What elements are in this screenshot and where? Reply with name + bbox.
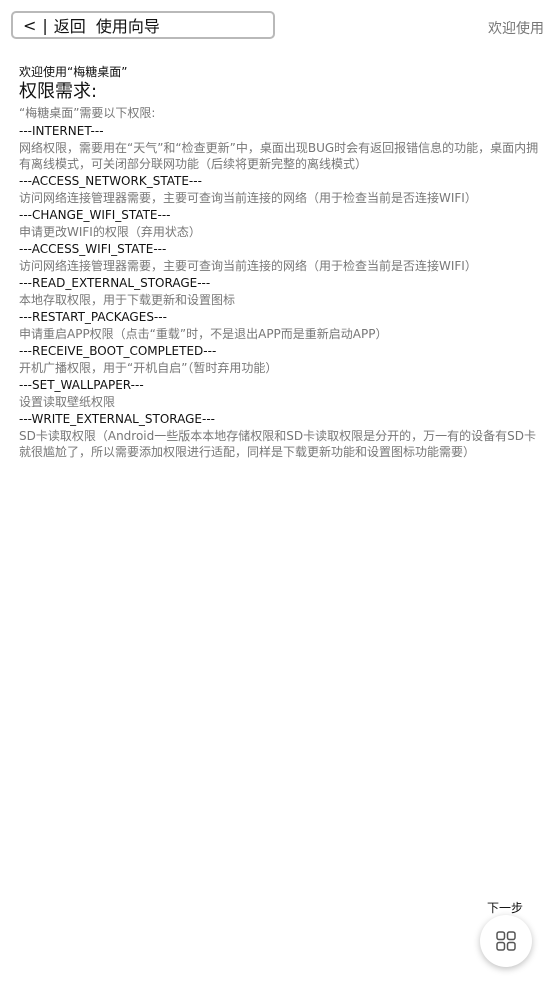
grid-icon: [496, 931, 516, 951]
permission-description: 设置读取壁纸权限: [19, 395, 116, 409]
permission-item: ---WRITE_EXTERNAL_STORAGE--- SD卡读取权限（Andr…: [19, 410, 539, 460]
permission-name: ---ACCESS_WIFI_STATE---: [19, 242, 167, 256]
permission-item: ---CHANGE_WIFI_STATE--- 申请更改WIFI的权限（弃用状态）: [19, 206, 539, 240]
top-bar: < | 返回 使用向导 欢迎使用: [0, 0, 560, 50]
permission-item: ---RESTART_PACKAGES--- 申请重启APP权限（点击“重载”时，…: [19, 308, 539, 342]
permission-description: 申请重启APP权限（点击“重载”时，不是退出APP而是重新启动APP）: [19, 327, 388, 341]
back-arrow-icon: <: [23, 15, 37, 35]
permission-description: 网络权限，需要用在“天气”和“检查更新”中，桌面出现BUG时会有返回报错信息的功…: [19, 141, 539, 171]
permissions-heading: 权限需求:: [19, 81, 98, 102]
permission-item: ---SET_WALLPAPER--- 设置读取壁纸权限: [19, 376, 539, 410]
permission-description: 本地存取权限，用于下载更新和设置图标: [19, 293, 236, 307]
permission-item: ---READ_EXTERNAL_STORAGE--- 本地存取权限，用于下载更新…: [19, 274, 539, 308]
permission-name: ---SET_WALLPAPER---: [19, 378, 144, 392]
permission-item: ---INTERNET--- 网络权限，需要用在“天气”和“检查更新”中，桌面出现…: [19, 122, 539, 172]
back-button[interactable]: < | 返回 使用向导: [11, 11, 275, 39]
permission-item: ---RECEIVE_BOOT_COMPLETED--- 开机广播权限，用于“开机…: [19, 342, 539, 376]
permission-description: 开机广播权限，用于“开机自启”（暂时弃用功能）: [19, 361, 278, 375]
permission-description: 访问网络连接管理器需要，主要可查询当前连接的网络（用于检查当前是否连接WIFI）: [19, 191, 477, 205]
permission-description: SD卡读取权限（Android一些版本本地存储权限和SD卡读取权限是分开的，万一…: [19, 429, 536, 459]
permission-name: ---RESTART_PACKAGES---: [19, 310, 167, 324]
permission-item: ---ACCESS_NETWORK_STATE--- 访问网络连接管理器需要，主要…: [19, 172, 539, 206]
permission-list: ---INTERNET--- 网络权限，需要用在“天气”和“检查更新”中，桌面出现…: [19, 122, 539, 460]
welcome-tab[interactable]: 欢迎使用: [488, 18, 544, 38]
permission-name: ---WRITE_EXTERNAL_STORAGE---: [19, 412, 215, 426]
permission-description: 申请更改WIFI的权限（弃用状态）: [19, 225, 201, 239]
permission-name: ---RECEIVE_BOOT_COMPLETED---: [19, 344, 217, 358]
back-label: 返回: [53, 17, 86, 36]
next-step-button[interactable]: [480, 915, 532, 967]
permission-name: ---CHANGE_WIFI_STATE---: [19, 208, 171, 222]
next-step-label[interactable]: 下一步: [487, 899, 523, 916]
permissions-intro: “梅糖桌面”需要以下权限:: [19, 106, 156, 120]
separator: |: [42, 15, 48, 35]
welcome-subtitle: 欢迎使用“梅糖桌面”: [19, 65, 128, 79]
permissions-content: 欢迎使用“梅糖桌面” 权限需求: “梅糖桌面”需要以下权限: ---INTERN…: [19, 64, 539, 460]
permission-item: ---ACCESS_WIFI_STATE--- 访问网络连接管理器需要，主要可查询…: [19, 240, 539, 274]
permission-name: ---INTERNET---: [19, 124, 104, 138]
permission-name: ---READ_EXTERNAL_STORAGE---: [19, 276, 211, 290]
permission-name: ---ACCESS_NETWORK_STATE---: [19, 174, 202, 188]
permission-description: 访问网络连接管理器需要，主要可查询当前连接的网络（用于检查当前是否连接WIFI）: [19, 259, 477, 273]
page-title: 使用向导: [95, 17, 160, 36]
